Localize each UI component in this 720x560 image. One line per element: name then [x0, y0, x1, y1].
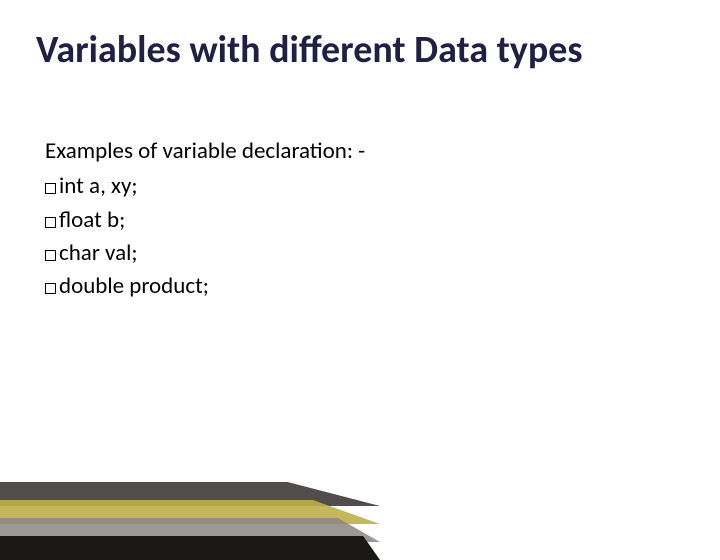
- decorative-stripes: [0, 440, 380, 560]
- bullet-icon: [45, 283, 56, 294]
- code-rest: val;: [100, 239, 138, 267]
- intro-text: Examples of variable declaration: -: [45, 135, 685, 168]
- bullet-icon: [45, 183, 56, 194]
- bullet-line: char val;: [45, 237, 685, 270]
- code-rest: a, xy;: [84, 172, 138, 200]
- keyword: char: [59, 239, 100, 267]
- slide-title: Variables with different Data types: [36, 30, 684, 72]
- slide-body: Examples of variable declaration: - int …: [45, 135, 685, 304]
- bullet-icon: [45, 217, 56, 228]
- bullet-line: float b;: [45, 204, 685, 237]
- bullet-line: double product;: [45, 270, 685, 303]
- bullet-icon: [45, 250, 56, 261]
- code-rest: b;: [102, 206, 125, 234]
- code-rest: product;: [124, 272, 209, 300]
- keyword: float: [59, 206, 102, 234]
- keyword: double: [59, 272, 124, 300]
- stripe: [0, 518, 380, 542]
- keyword: int: [59, 172, 84, 200]
- stripe: [0, 500, 380, 524]
- stripe: [0, 482, 380, 506]
- bullet-line: int a, xy;: [45, 170, 685, 203]
